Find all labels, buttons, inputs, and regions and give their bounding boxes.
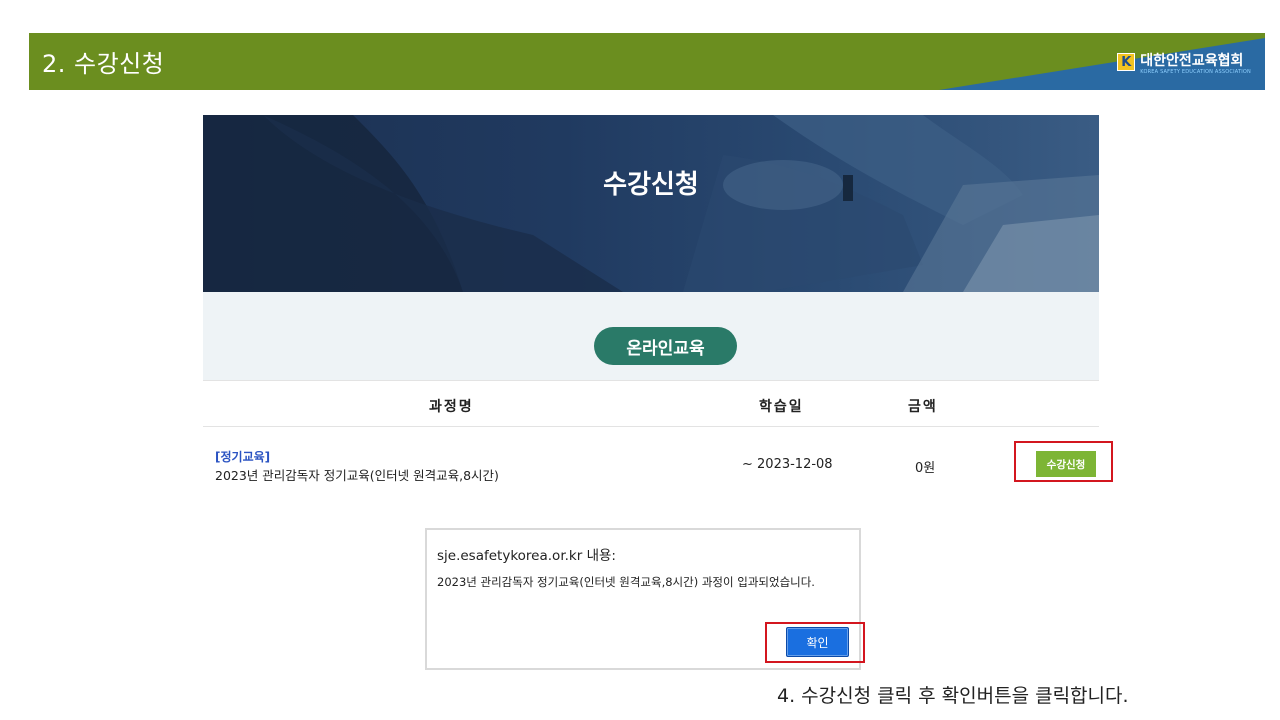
header-wedge-decoration: [939, 38, 1265, 90]
course-name: 2023년 관리감독자 정기교육(인터넷 원격교육,8시간): [215, 468, 499, 483]
course-price: 0원: [915, 461, 936, 476]
logo-subtitle: KOREA SAFETY EDUCATION ASSOCIATION: [1140, 69, 1251, 75]
banner-photo-image: [203, 115, 1099, 292]
column-header-course: 과정명: [429, 399, 474, 415]
section-title: 2. 수강신청: [42, 50, 165, 78]
course-category: [정기교육]: [215, 450, 271, 464]
header-bar: 2. 수강신청 K 대한안전교육협회 KOREA SAFETY EDUCATIO…: [29, 33, 1265, 90]
instruction-caption: 4. 수강신청 클릭 후 확인버튼을 클릭합니다.: [777, 685, 1129, 707]
dialog-message: 2023년 관리감독자 정기교육(인터넷 원격교육,8시간) 과정이 입과되었습…: [437, 575, 815, 589]
ok-highlight-box: [765, 622, 865, 663]
page-banner: 수강신청: [203, 115, 1099, 292]
table-top-divider: [203, 380, 1099, 381]
dialog-title: sje.esafetykorea.or.kr 내용:: [437, 548, 616, 564]
logo-name: 대한안전교육협회: [1140, 53, 1244, 69]
enroll-highlight-box: [1014, 441, 1113, 482]
column-header-date: 학습일: [759, 399, 804, 415]
column-header-price: 금액: [908, 399, 938, 415]
banner-title: 수강신청: [603, 170, 699, 200]
table-header-divider: [203, 426, 1099, 427]
course-date: ~ 2023-12-08: [742, 457, 833, 472]
logo-k-icon: K: [1117, 53, 1136, 71]
association-logo: K 대한안전교육협회 KOREA SAFETY EDUCATION ASSOCI…: [1117, 53, 1251, 76]
tab-online-education[interactable]: 온라인교육: [594, 327, 737, 365]
